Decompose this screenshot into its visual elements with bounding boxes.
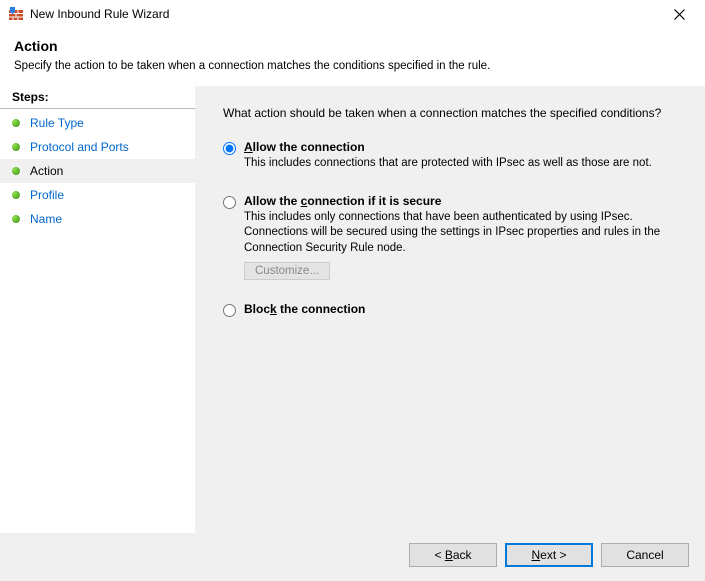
firewall-icon [8, 6, 24, 22]
option-title: Allow the connection if it is secure [244, 194, 677, 208]
sidebar-item-label: Rule Type [30, 114, 84, 132]
sidebar-item-label: Profile [30, 186, 64, 204]
sidebar-item-protocol-and-ports[interactable]: Protocol and Ports [0, 135, 195, 159]
next-button[interactable]: Next > [505, 543, 593, 567]
steps-heading: Steps: [0, 86, 195, 109]
sidebar-item-label: Name [30, 210, 62, 228]
wizard-footer: < Back Next > Cancel [0, 533, 705, 581]
window-title: New Inbound Rule Wizard [30, 7, 659, 21]
option-block-connection[interactable]: Block the connection [223, 302, 677, 318]
steps-sidebar: Steps: Rule Type Protocol and Ports Acti… [0, 86, 195, 534]
radio-block[interactable] [223, 304, 236, 317]
sidebar-item-action[interactable]: Action [0, 159, 195, 183]
bullet-icon [12, 119, 20, 127]
bullet-icon [12, 215, 20, 223]
page-subtitle: Specify the action to be taken when a co… [14, 60, 691, 72]
page-title: Action [14, 38, 691, 54]
option-allow-secure[interactable]: Allow the connection if it is secure Thi… [223, 194, 677, 281]
radio-allow[interactable] [223, 142, 236, 155]
close-icon[interactable] [659, 0, 699, 28]
back-button[interactable]: < Back [409, 543, 497, 567]
option-desc: This includes connections that are prote… [244, 156, 674, 172]
cancel-button[interactable]: Cancel [601, 543, 689, 567]
main-prompt: What action should be taken when a conne… [223, 106, 677, 120]
radio-allow-secure[interactable] [223, 196, 236, 209]
sidebar-item-name[interactable]: Name [0, 207, 195, 231]
bullet-icon [12, 191, 20, 199]
sidebar-item-profile[interactable]: Profile [0, 183, 195, 207]
option-allow-connection[interactable]: Allow the connection This includes conne… [223, 140, 677, 178]
bullet-icon [12, 143, 20, 151]
option-title: Allow the connection [244, 140, 677, 154]
option-desc: This includes only connections that have… [244, 210, 674, 257]
main-panel: What action should be taken when a conne… [195, 86, 705, 534]
wizard-header: Action Specify the action to be taken wh… [0, 28, 705, 86]
sidebar-item-label: Protocol and Ports [30, 138, 129, 156]
sidebar-item-rule-type[interactable]: Rule Type [0, 111, 195, 135]
customize-button: Customize... [244, 262, 330, 280]
titlebar: New Inbound Rule Wizard [0, 0, 705, 28]
sidebar-item-label: Action [30, 162, 63, 180]
option-title: Block the connection [244, 302, 677, 316]
bullet-icon [12, 167, 20, 175]
